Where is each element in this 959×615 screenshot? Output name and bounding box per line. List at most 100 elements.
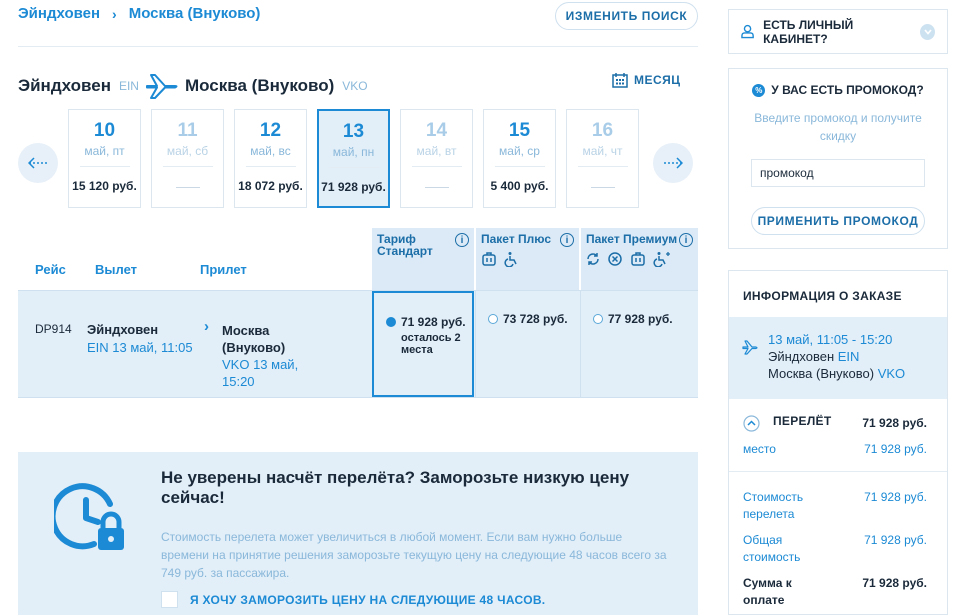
total-value: 71 928 руб. [864,533,927,547]
order-segment: 13 май, 11:05 - 15:20 Эйндховен EIN Моск… [729,317,947,399]
date-number: 15 [508,120,531,141]
date-weekday: май, ср [499,144,540,158]
date-number: 10 [93,120,116,141]
radio-unselected[interactable] [593,314,603,324]
no-flights-dash [590,187,615,188]
breadcrumb-from[interactable]: Эйндховен [18,5,100,22]
info-icon[interactable]: i [455,233,469,247]
radio-unselected[interactable] [488,314,498,324]
seat-label: место [743,442,776,456]
seats-left-note: осталось 2 места [401,332,461,356]
date-weekday: май, пн [332,145,375,159]
date-card: 11 май, сб [151,109,224,208]
breadcrumb-to[interactable]: Москва (Внуково) [129,5,261,22]
seat-value: 71 928 руб. [864,442,927,456]
fare-plus-option[interactable]: 73 728 руб. [488,312,568,326]
divider [79,166,130,167]
baggage-icon [631,252,645,266]
pay-value: 71 928 руб. [862,576,927,590]
divider [245,166,296,167]
user-icon [741,24,754,39]
pay-label: Сумма к оплате [743,576,792,607]
divider [729,471,947,472]
clock-lock-icon [54,483,124,550]
date-number: 14 [425,120,448,141]
arrival-city: Москва (Внуково) [222,323,286,355]
route-from-code: EIN [118,79,139,93]
freeze-checkbox-row[interactable]: Я ХОЧУ ЗАМОРОЗИТЬ ЦЕНУ НА СЛЕДУЮЩИЕ 48 Ч… [161,591,545,608]
prev-dates-button[interactable] [18,143,58,183]
cancel-icon [608,252,622,266]
date-card[interactable]: 10 май, пт 15 120 руб. [68,109,141,208]
tariff-premium-header[interactable]: Пакет Премиум i [581,228,698,290]
date-weekday: май, вс [250,144,291,158]
plane-icon [742,340,758,355]
date-number: 11 [177,120,198,141]
radio-selected[interactable] [386,317,396,327]
info-icon[interactable]: i [560,233,574,247]
arrival-detail: VKO 13 май, 15:20 [222,357,299,389]
personal-cabinet-toggle[interactable]: ЕСТЬ ЛИЧНЫЙ КАБИНЕТ? [728,9,948,54]
divider [494,166,545,167]
fare-price: 71 928 руб. [401,315,466,329]
freeze-title: Не уверены насчёт перелёта? Заморозьте н… [161,468,630,507]
breadcrumb-separator: › [112,5,117,22]
promo-description: Введите промокод и получите скидку [754,111,922,143]
collapse-icon[interactable] [743,415,760,432]
fare-premium-option[interactable]: 77 928 руб. [593,312,673,326]
divider [411,166,462,167]
route-to-code: VKO [342,79,368,93]
divider [18,46,698,47]
date-price: 71 928 руб. [321,180,386,194]
fare-standard-option[interactable]: 71 928 руб. осталось 2 места [372,291,474,397]
date-card: 16 май, чт [566,109,639,208]
freeze-checkbox-label[interactable]: Я ХОЧУ ЗАМОРОЗИТЬ ЦЕНУ НА СЛЕДУЮЩИЕ 48 Ч… [190,593,545,607]
flight-section-label: ПЕРЕЛЁТ [773,414,832,428]
segment-time: 13 май, 11:05 - 15:20 [768,332,893,347]
arrow-left-icon [28,157,47,169]
route-from: Эйндховен [18,76,111,95]
cost-value: 71 928 руб. [864,490,927,504]
apply-promo-button[interactable]: ПРИМЕНИТЬ ПРОМОКОД [751,207,925,235]
fare-price: 73 728 руб. [503,312,568,326]
promo-code-input[interactable] [751,159,925,187]
exchange-icon [587,253,599,265]
personal-cabinet-label: ЕСТЬ ЛИЧНЫЙ КАБИНЕТ? [763,17,854,46]
baggage-icon [482,252,496,266]
date-weekday: май, сб [166,144,209,158]
plane-icon [145,74,178,99]
date-number: 16 [591,120,614,141]
date-price: 5 400 руб. [490,179,549,193]
departure-detail: EIN 13 май, 11:05 [87,340,193,355]
change-search-button[interactable]: ИЗМЕНИТЬ ПОИСК [555,2,698,30]
date-card[interactable]: 13 май, пн 71 928 руб. [317,109,390,208]
segment-from-code: EIN [837,349,860,364]
month-view-button[interactable]: МЕСЯЦ [612,72,681,88]
segment-to: Москва (Внуково) [768,366,875,381]
tariff-standard-header[interactable]: Тариф Стандарт i [372,228,474,290]
month-label: МЕСЯЦ [634,73,681,87]
departure-city: Эйндховен [87,322,159,337]
chevron-right-icon: › [204,318,209,335]
breadcrumb: Эйндховен › Москва (Внуково) [18,5,260,22]
date-price: 18 072 руб. [238,179,303,193]
tariff-name: Пакет Премиум [586,232,678,246]
no-flights-dash [424,187,449,188]
fare-price: 77 928 руб. [608,312,673,326]
segment-to-code: VKO [877,366,906,381]
promo-panel: % У ВАС ЕСТЬ ПРОМОКОД? Введите промокод … [728,68,948,249]
freeze-description: Стоимость перелета может увеличиться в л… [161,530,667,580]
date-card[interactable]: 15 май, ср 5 400 руб. [483,109,556,208]
next-dates-button[interactable] [653,143,693,183]
wheelchair-icon [504,252,517,267]
date-weekday: май, пт [84,144,125,158]
route-to: Москва (Внуково) [184,76,335,95]
info-icon[interactable]: i [679,233,693,247]
date-card[interactable]: 12 май, вс 18 072 руб. [234,109,307,208]
tariff-plus-header[interactable]: Пакет Плюс i [476,228,579,290]
flight-number: DP914 [35,322,72,336]
date-number: 12 [259,120,282,141]
freeze-price-panel: Не уверены насчёт перелёта? Заморозьте н… [18,452,698,615]
no-flights-dash [175,187,200,188]
freeze-checkbox[interactable] [161,591,178,608]
